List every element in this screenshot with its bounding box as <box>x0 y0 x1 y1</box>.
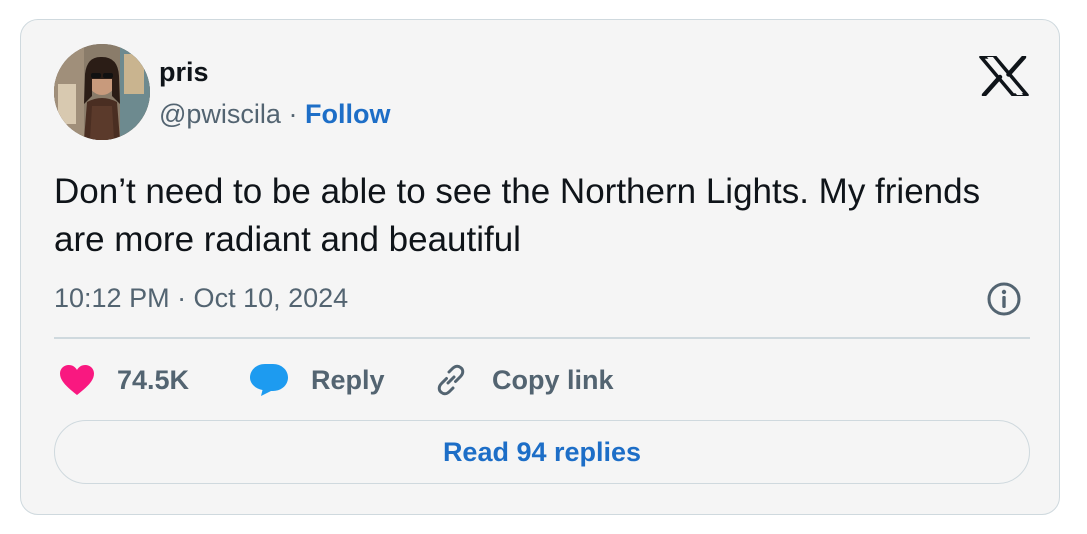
author-name[interactable]: pris <box>159 56 209 88</box>
follow-button[interactable]: Follow <box>305 99 390 129</box>
tweet-text: Don’t need to be able to see the Norther… <box>54 172 981 259</box>
tweet-embed-card: pris @pwiscila · Follow Don’t need to be… <box>20 19 1060 515</box>
author-handle-row: @pwiscila · Follow <box>159 98 390 130</box>
avatar-photo <box>54 44 150 140</box>
tweet-timestamp[interactable]: 10:12 PM · Oct 10, 2024 <box>54 282 348 314</box>
author-handle[interactable]: @pwiscila <box>159 99 281 129</box>
speech-bubble-icon <box>250 364 288 396</box>
reply-label: Reply <box>311 364 385 395</box>
link-icon <box>437 364 465 396</box>
read-replies-label: Read 94 replies <box>442 436 642 467</box>
divider <box>54 337 1030 339</box>
avatar[interactable] <box>54 44 150 140</box>
reply-button[interactable]: Reply <box>249 360 385 400</box>
x-logo-icon[interactable] <box>979 56 1029 96</box>
read-replies-button[interactable]: Read 94 replies <box>54 420 1030 484</box>
heart-icon <box>60 365 94 395</box>
info-icon[interactable] <box>986 281 1022 317</box>
copy-link-label: Copy link <box>492 364 614 395</box>
copy-link-button[interactable]: Copy link <box>432 360 614 400</box>
handle-separator: · <box>288 99 298 129</box>
like-button[interactable]: 74.5K <box>59 360 189 400</box>
like-count: 74.5K <box>117 364 190 395</box>
